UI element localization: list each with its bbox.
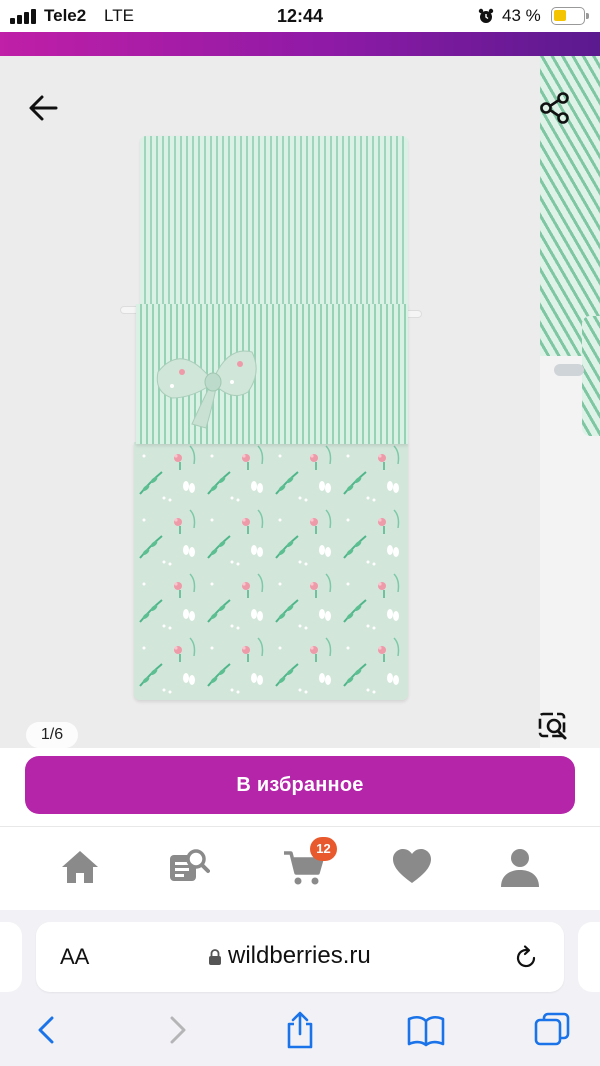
alarm-icon	[478, 8, 494, 23]
battery-tip	[586, 13, 589, 19]
product-bag-top	[140, 136, 408, 306]
previous-tab-peek[interactable]	[0, 922, 22, 992]
address-bar[interactable]: AA wildberries.ru	[36, 922, 564, 992]
status-bar: Tele2 LTE 12:44 43 %	[0, 0, 600, 32]
next-tab-peek[interactable]	[578, 922, 600, 992]
add-to-favorites-button[interactable]: В избранное	[25, 756, 575, 814]
back-arrow-icon[interactable]	[24, 90, 64, 126]
next-photo-fabric-fold	[582, 316, 600, 436]
product-bag-print	[134, 442, 408, 700]
brand-header-strip	[0, 32, 600, 56]
battery-level-fill	[554, 10, 566, 21]
share-icon[interactable]	[536, 90, 576, 126]
profile-icon[interactable]	[498, 845, 542, 889]
favorite-bar: В избранное	[0, 748, 600, 826]
browser-chrome: AA wildberries.ru	[0, 910, 600, 1066]
reload-icon[interactable]	[512, 944, 540, 972]
home-icon[interactable]	[58, 845, 102, 889]
product-image-gallery[interactable]: 1/6	[0, 56, 600, 748]
cart-count-badge: 12	[310, 837, 337, 861]
product-photo[interactable]	[0, 56, 540, 748]
text-size-label: AA	[60, 944, 90, 969]
bookmarks-icon[interactable]	[406, 1010, 446, 1050]
url-text[interactable]: wildberries.ru	[228, 942, 371, 970]
battery-icon	[551, 7, 585, 25]
lock-icon	[209, 949, 221, 965]
back-icon[interactable]	[28, 1010, 68, 1050]
share-icon[interactable]	[280, 1010, 320, 1050]
image-search-icon[interactable]	[534, 708, 574, 744]
forward-icon[interactable]	[156, 1010, 196, 1050]
bottom-navigation: 12	[0, 826, 600, 910]
tabs-icon[interactable]	[532, 1010, 572, 1050]
battery-percent: 43 %	[502, 6, 541, 25]
product-bow	[156, 350, 257, 429]
gallery-counter: 1/6	[26, 722, 78, 748]
next-product-photo-peek[interactable]	[540, 56, 600, 748]
next-photo-zipper	[554, 364, 584, 376]
text-size-button[interactable]: AA	[60, 944, 89, 970]
catalog-search-icon[interactable]	[166, 845, 210, 889]
heart-icon[interactable]	[390, 845, 434, 889]
